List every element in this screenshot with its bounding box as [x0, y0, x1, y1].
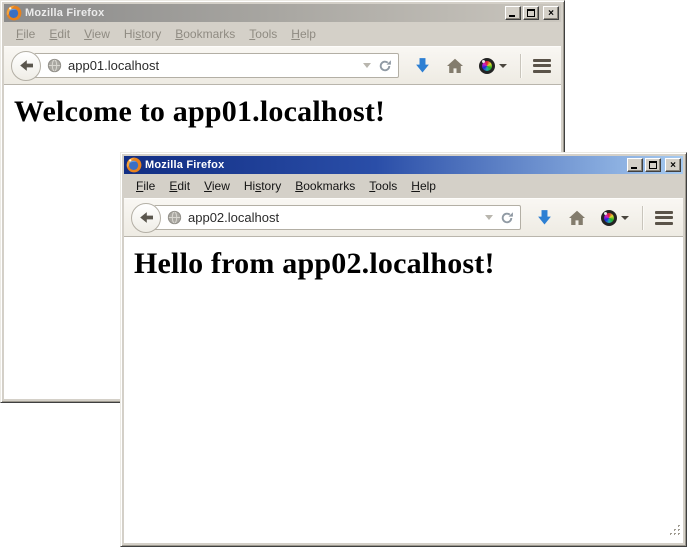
menu-tools[interactable]: Tools	[242, 25, 284, 43]
titlebar[interactable]: Mozilla Firefox ×	[124, 156, 683, 174]
back-button[interactable]	[131, 203, 161, 233]
app-menu-button[interactable]	[655, 208, 673, 227]
menu-edit[interactable]: Edit	[42, 25, 77, 43]
navigation-toolbar: app01.localhost	[4, 46, 561, 85]
extension-colorwheel-button[interactable]	[479, 58, 507, 74]
home-button[interactable]	[446, 58, 464, 74]
back-arrow-icon	[19, 59, 34, 72]
minimize-button[interactable]	[505, 6, 521, 20]
resize-grip[interactable]	[668, 523, 681, 541]
urlbar-dropdown-icon[interactable]	[363, 63, 371, 68]
menu-bookmarks[interactable]: Bookmarks	[288, 177, 362, 195]
site-identity-globe-icon[interactable]	[47, 58, 62, 73]
toolbar-separator	[520, 54, 521, 78]
firefox-icon[interactable]	[126, 157, 142, 173]
colorwheel-icon	[601, 210, 617, 226]
minimize-icon	[509, 15, 515, 17]
toolbar-separator	[642, 206, 643, 230]
titlebar[interactable]: Mozilla Firefox ×	[4, 4, 561, 22]
menu-edit[interactable]: Edit	[162, 177, 197, 195]
url-bar[interactable]: app01.localhost	[34, 53, 399, 78]
menu-history[interactable]: History	[237, 177, 288, 195]
page-heading: Hello from app02.localhost!	[134, 247, 683, 281]
menu-file[interactable]: File	[9, 25, 42, 43]
reload-button[interactable]	[378, 59, 392, 73]
back-arrow-icon	[139, 211, 154, 224]
extension-colorwheel-button[interactable]	[601, 210, 629, 226]
url-bar[interactable]: app02.localhost	[154, 205, 521, 230]
download-button[interactable]	[536, 209, 553, 226]
window-title: Mozilla Firefox	[145, 159, 624, 171]
extension-dropdown-icon[interactable]	[621, 216, 629, 220]
menu-view[interactable]: View	[197, 177, 237, 195]
app-menu-button[interactable]	[533, 56, 551, 75]
firefox-window-app02: Mozilla Firefox × File Edit View History…	[120, 152, 687, 547]
colorwheel-icon	[479, 58, 495, 74]
window-title: Mozilla Firefox	[25, 7, 502, 19]
back-button[interactable]	[11, 51, 41, 81]
menu-help[interactable]: Help	[404, 177, 443, 195]
menu-view[interactable]: View	[77, 25, 117, 43]
maximize-icon	[527, 9, 535, 17]
firefox-icon[interactable]	[6, 5, 22, 21]
menu-bar: File Edit View History Bookmarks Tools H…	[4, 22, 561, 46]
maximize-icon	[649, 161, 657, 169]
menu-help[interactable]: Help	[284, 25, 323, 43]
close-button[interactable]: ×	[543, 6, 559, 20]
url-text[interactable]: app01.localhost	[68, 58, 359, 73]
navigation-toolbar: app02.localhost	[124, 198, 683, 237]
download-button[interactable]	[414, 57, 431, 74]
menu-bar: File Edit View History Bookmarks Tools H…	[124, 174, 683, 198]
home-button[interactable]	[568, 210, 586, 226]
menu-bookmarks[interactable]: Bookmarks	[168, 25, 242, 43]
minimize-button[interactable]	[627, 158, 643, 172]
menu-file[interactable]: File	[129, 177, 162, 195]
close-button[interactable]: ×	[665, 158, 681, 172]
urlbar-dropdown-icon[interactable]	[485, 215, 493, 220]
maximize-button[interactable]	[645, 158, 661, 172]
page-heading: Welcome to app01.localhost!	[14, 95, 561, 129]
url-text[interactable]: app02.localhost	[188, 210, 481, 225]
site-identity-globe-icon[interactable]	[167, 210, 182, 225]
minimize-icon	[631, 167, 637, 169]
page-content: Hello from app02.localhost!	[124, 237, 683, 543]
menu-history[interactable]: History	[117, 25, 168, 43]
extension-dropdown-icon[interactable]	[499, 64, 507, 68]
menu-tools[interactable]: Tools	[362, 177, 404, 195]
reload-button[interactable]	[500, 211, 514, 225]
maximize-button[interactable]	[523, 6, 539, 20]
